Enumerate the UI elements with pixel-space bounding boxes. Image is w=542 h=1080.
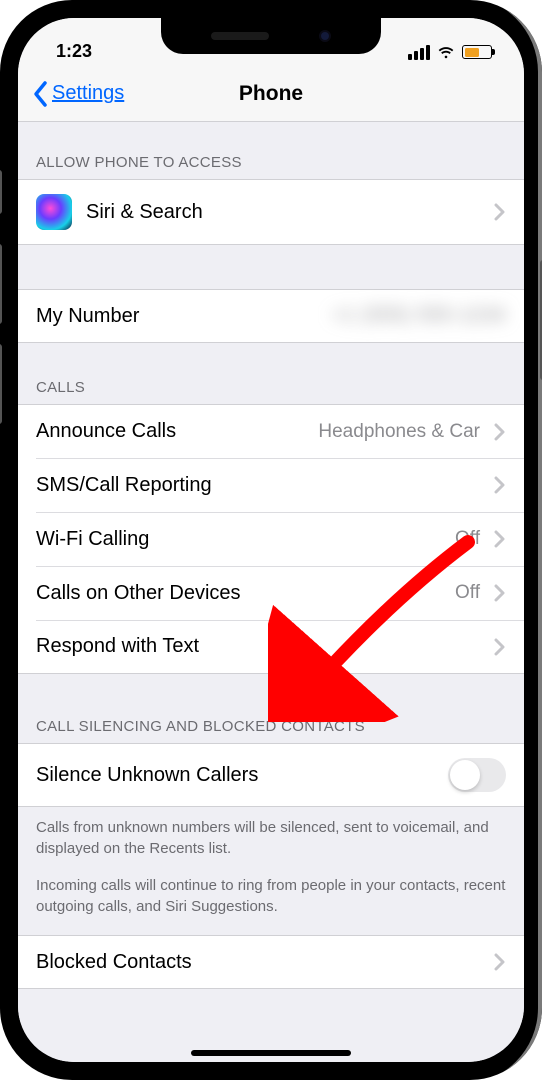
chevron-right-icon: [494, 953, 506, 971]
row-siri-search[interactable]: Siri & Search: [18, 179, 524, 245]
announce-calls-label: Announce Calls: [36, 420, 304, 443]
phone-device-frame: 1:23 Settings Phone ALLOW PHONE TO ACCES…: [0, 0, 542, 1080]
siri-icon: [36, 194, 72, 230]
row-sms-call-reporting[interactable]: SMS/Call Reporting: [18, 458, 524, 512]
front-camera: [319, 30, 331, 42]
blocked-contacts-label: Blocked Contacts: [36, 951, 480, 974]
announce-calls-value: Headphones & Car: [318, 421, 480, 443]
row-respond-with-text[interactable]: Respond with Text: [18, 620, 524, 674]
siri-label: Siri & Search: [86, 201, 480, 224]
row-calls-other-devices[interactable]: Calls on Other Devices Off: [18, 566, 524, 620]
row-my-number[interactable]: My Number +1 (555) 555-1234: [18, 289, 524, 343]
calls-other-devices-value: Off: [455, 582, 480, 604]
status-icons: [408, 42, 496, 62]
chevron-right-icon: [494, 423, 506, 441]
row-silence-unknown[interactable]: Silence Unknown Callers: [18, 743, 524, 807]
volume-down-button: [0, 344, 2, 424]
sms-reporting-label: SMS/Call Reporting: [36, 474, 480, 497]
row-wifi-calling[interactable]: Wi-Fi Calling Off: [18, 512, 524, 566]
section-header-access: ALLOW PHONE TO ACCESS: [18, 122, 524, 179]
cellular-signal-icon: [408, 45, 430, 60]
chevron-left-icon: [32, 80, 50, 108]
silence-unknown-label: Silence Unknown Callers: [36, 764, 434, 787]
chevron-right-icon: [494, 203, 506, 221]
row-blocked-contacts[interactable]: Blocked Contacts: [18, 935, 524, 989]
my-number-label: My Number: [36, 305, 318, 328]
volume-up-button: [0, 244, 2, 324]
silence-footnote-2: Incoming calls will continue to ring fro…: [18, 869, 524, 935]
section-header-calls: CALLS: [18, 343, 524, 404]
my-number-value: +1 (555) 555-1234: [332, 305, 506, 327]
back-button[interactable]: Settings: [32, 80, 124, 108]
battery-icon: [462, 45, 492, 59]
chevron-right-icon: [494, 476, 506, 494]
row-announce-calls[interactable]: Announce Calls Headphones & Car: [18, 404, 524, 458]
section-header-silencing: CALL SILENCING AND BLOCKED CONTACTS: [18, 674, 524, 743]
chevron-right-icon: [494, 638, 506, 656]
silence-footnote-1: Calls from unknown numbers will be silen…: [18, 807, 524, 869]
status-time: 1:23: [46, 41, 92, 62]
chevron-right-icon: [494, 584, 506, 602]
content-area: ALLOW PHONE TO ACCESS Siri & Search My N…: [18, 122, 524, 1062]
back-label: Settings: [52, 82, 124, 105]
notch: [161, 18, 381, 54]
home-indicator[interactable]: [191, 1050, 351, 1056]
mute-switch: [0, 170, 2, 214]
silence-unknown-toggle[interactable]: [448, 758, 506, 792]
speaker-grille: [211, 32, 269, 40]
calls-other-devices-label: Calls on Other Devices: [36, 582, 441, 605]
respond-text-label: Respond with Text: [36, 635, 480, 658]
wifi-calling-value: Off: [455, 528, 480, 550]
screen: 1:23 Settings Phone ALLOW PHONE TO ACCES…: [18, 18, 524, 1062]
chevron-right-icon: [494, 530, 506, 548]
wifi-calling-label: Wi-Fi Calling: [36, 528, 441, 551]
navigation-bar: Settings Phone: [18, 66, 524, 122]
page-title: Phone: [239, 82, 303, 106]
wifi-icon: [436, 42, 456, 62]
